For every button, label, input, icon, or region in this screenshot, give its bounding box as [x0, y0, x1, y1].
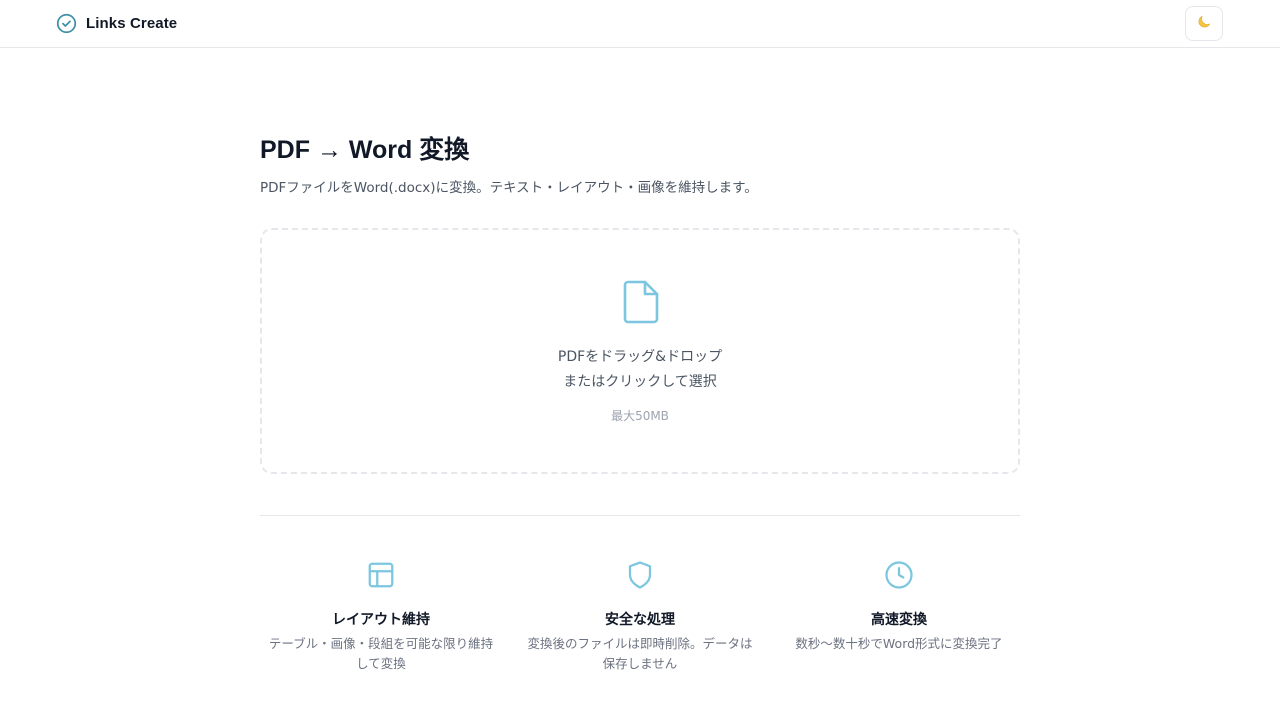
layout-icon — [366, 560, 396, 590]
file-dropzone[interactable]: PDFをドラッグ&ドロップ またはクリックして選択 最大50MB — [260, 228, 1020, 474]
moon-icon — [1196, 14, 1212, 33]
top-header: Links Create — [0, 0, 1280, 48]
dropzone-instruction: PDFをドラッグ&ドロップ — [557, 349, 723, 365]
check-circle-icon — [56, 13, 77, 34]
brand-name: Links Create — [86, 15, 178, 32]
feature-security: 安全な処理 変換後のファイルは即時削除。データは保存しません — [520, 560, 760, 674]
feature-title: 安全な処理 — [605, 611, 675, 627]
feature-title: 高速変換 — [871, 611, 927, 627]
theme-toggle-button[interactable] — [1185, 6, 1223, 41]
file-icon — [621, 279, 661, 329]
feature-layout: レイアウト維持 テーブル・画像・段組を可能な限り維持して変換 — [261, 560, 501, 674]
feature-title: レイアウト維持 — [332, 611, 430, 627]
feature-speed: 高速変換 数秒〜数十秒でWord形式に変換完了 — [779, 560, 1019, 654]
dropzone-click-hint: またはクリックして選択 — [563, 374, 717, 390]
shield-icon — [625, 560, 655, 590]
feature-description: 変換後のファイルは即時削除。データは保存しません — [527, 636, 753, 671]
page-subtitle: PDFファイルをWord(.docx)に変換。テキスト・レイアウト・画像を維持し… — [260, 180, 758, 196]
feature-description: 数秒〜数十秒でWord形式に変換完了 — [795, 636, 1003, 651]
dropzone-size-limit: 最大50MB — [611, 409, 669, 423]
clock-icon — [884, 560, 914, 590]
brand-logo-link[interactable]: Links Create — [56, 13, 177, 34]
feature-description: テーブル・画像・段組を可能な限り維持して変換 — [268, 636, 494, 671]
section-divider — [260, 515, 1020, 516]
page-title: PDF → Word 変換 — [260, 136, 470, 164]
